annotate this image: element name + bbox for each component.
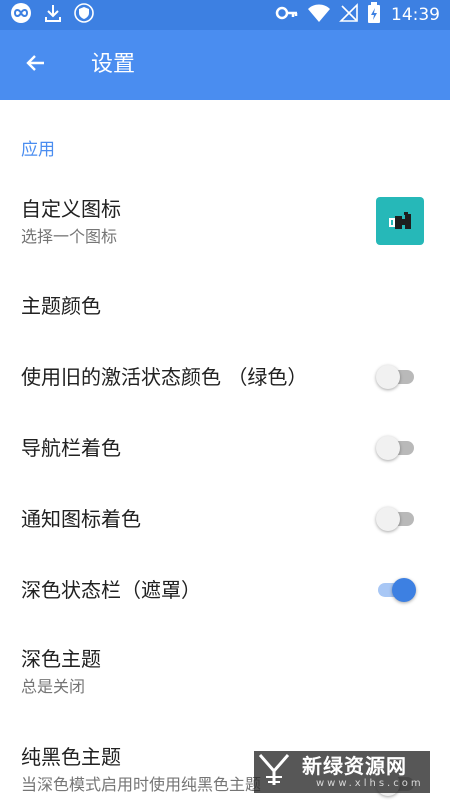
watermark-logo-icon <box>254 751 298 793</box>
setting-subtitle: 总是关闭 <box>21 677 86 696</box>
status-bar-right: 14:39 <box>275 2 440 28</box>
wifi-icon <box>307 3 331 27</box>
switch-old-active-color[interactable] <box>376 363 416 391</box>
battery-charging-icon <box>367 2 381 28</box>
switch-navbar-tint[interactable] <box>376 434 416 462</box>
watermark: 新绿资源网 www.xlhs.com <box>254 751 430 793</box>
setting-title: 通知图标着色 <box>21 507 141 531</box>
app-bar: 设置 <box>0 30 450 100</box>
settings-list: 应用 自定义图标 选择一个图标 主题颜色 使用旧的激活状态颜色 （绿色） 导航栏… <box>0 100 450 800</box>
watermark-text-wrap: 新绿资源网 www.xlhs.com <box>302 756 424 789</box>
setting-title: 深色主题 <box>21 647 101 671</box>
status-bar: 14:39 <box>0 0 450 30</box>
switch-dark-statusbar[interactable] <box>376 576 416 604</box>
status-bar-left <box>10 2 94 28</box>
setting-title: 主题颜色 <box>21 294 101 318</box>
vpn-key-icon <box>275 3 299 27</box>
watermark-url: www.xlhs.com <box>316 777 424 789</box>
switch-thumb <box>376 365 400 389</box>
section-header-app: 应用 <box>21 140 55 160</box>
page-title: 设置 <box>91 52 136 77</box>
back-button[interactable] <box>14 43 58 87</box>
download-icon <box>42 2 64 28</box>
switch-thumb <box>376 436 400 460</box>
switch-thumb <box>392 578 416 602</box>
shield-icon <box>74 3 94 27</box>
watermark-text: 新绿资源网 <box>302 753 407 778</box>
setting-title: 深色状态栏（遮罩） <box>21 578 201 602</box>
switch-thumb <box>376 507 400 531</box>
setting-title: 自定义图标 <box>21 197 121 221</box>
status-bar-time: 14:39 <box>391 5 440 25</box>
infinity-icon <box>10 2 32 28</box>
setting-subtitle: 当深色模式启用时使用纯黑色主题 <box>21 775 262 794</box>
switch-notif-icon-tint[interactable] <box>376 505 416 533</box>
setting-title: 导航栏着色 <box>21 436 121 460</box>
puzzle-icon <box>376 212 424 249</box>
arrow-left-icon <box>24 51 48 79</box>
setting-theme-color[interactable]: 主题颜色 <box>0 270 450 340</box>
setting-subtitle: 选择一个图标 <box>21 227 118 246</box>
setting-dark-theme[interactable]: 深色主题 总是关闭 <box>0 632 450 712</box>
setting-title: 纯黑色主题 <box>21 745 121 769</box>
app-icon-preview[interactable] <box>376 197 424 245</box>
no-signal-icon <box>339 3 359 27</box>
setting-title: 使用旧的激活状态颜色 （绿色） <box>21 365 308 389</box>
